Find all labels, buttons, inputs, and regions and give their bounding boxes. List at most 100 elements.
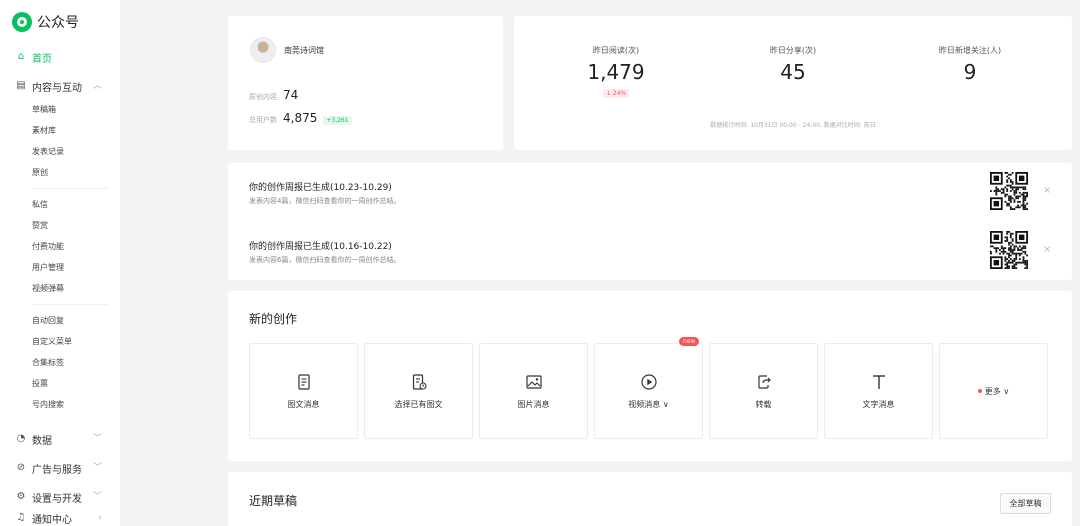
text-icon bbox=[872, 374, 885, 389]
metric-reads-delta: ↓ 24% bbox=[602, 89, 630, 98]
create-article-label: 图文消息 bbox=[287, 399, 320, 409]
compass-icon: ⊘ bbox=[16, 462, 26, 473]
document-icon: ▤ bbox=[16, 80, 26, 91]
nav-data-label: 数据 bbox=[32, 435, 52, 447]
nav-notify-group[interactable]: ♫ 通知中心 › bbox=[16, 510, 112, 526]
existing-article-icon bbox=[412, 373, 427, 390]
close-icon[interactable]: × bbox=[1043, 185, 1051, 196]
original-content-stat: 原创内容 74 bbox=[249, 88, 298, 102]
metric-shares-label: 昨日分享(次) bbox=[769, 46, 817, 55]
total-users-label: 总用户数 bbox=[249, 116, 277, 124]
create-image-label: 图片消息 bbox=[517, 399, 550, 409]
weekly-report-title: 你的创作周报已生成(10.23-10.29) bbox=[249, 183, 392, 193]
sidebar-item-publish-records[interactable]: 发表记录 bbox=[32, 146, 64, 158]
metric-shares[interactable]: 昨日分享(次) 45 bbox=[733, 45, 853, 84]
all-drafts-button[interactable]: 全部草稿 bbox=[1000, 493, 1051, 514]
weekly-report-item: 你的创作周报已生成(10.16-10.22) 发表内容6篇，微信扫码查看你的一周… bbox=[249, 239, 400, 265]
weekly-report-desc: 发表内容4篇，微信扫码查看你的一周创作总结。 bbox=[249, 197, 401, 205]
nav-notify-label: 通知中心 bbox=[32, 514, 72, 526]
sidebar-divider bbox=[32, 304, 108, 305]
chevron-up-icon: ︿ bbox=[92, 81, 102, 91]
account-profile-card: 南莞诗词馆 原创内容 74 总用户数 4,875 +3,261 bbox=[228, 16, 503, 150]
original-content-label: 原创内容 bbox=[249, 93, 277, 101]
wechat-logo-icon bbox=[12, 12, 32, 32]
image-icon bbox=[525, 374, 542, 389]
metric-new-follows-value: 9 bbox=[963, 60, 977, 84]
sidebar-item-video-danmaku[interactable]: 视频弹幕 bbox=[32, 283, 64, 295]
nav-settings-label: 设置与开发 bbox=[32, 493, 82, 505]
recent-drafts-title: 近期草稿 bbox=[249, 494, 298, 508]
sidebar-item-rewards[interactable]: 赞赏 bbox=[32, 220, 48, 232]
pie-chart-icon: ◔ bbox=[16, 433, 26, 444]
sidebar-item-auto-reply[interactable]: 自动回复 bbox=[32, 315, 64, 327]
nav-content-label: 内容与互动 bbox=[32, 82, 82, 94]
nav-ads-group[interactable]: ⊘ 广告与服务 ﹀ bbox=[16, 460, 112, 476]
sidebar-item-vote[interactable]: 投票 bbox=[32, 378, 48, 390]
create-video-label: 视频消息 ∨ bbox=[628, 399, 669, 409]
nav-settings-group[interactable]: ⚙ 设置与开发 ﹀ bbox=[16, 489, 112, 505]
metrics-time-note: 数据统计时间: 10月31日 00:00 - 24:00, 数据对比时间: 前日 bbox=[710, 122, 876, 129]
qr-code-icon bbox=[990, 231, 1028, 269]
red-dot-icon bbox=[977, 389, 982, 393]
more-options: 更多 ∨ bbox=[977, 386, 1010, 397]
metric-shares-value: 45 bbox=[780, 60, 806, 84]
create-article-button[interactable]: 图文消息 bbox=[249, 343, 358, 439]
metric-reads-value: 1,479 bbox=[587, 60, 645, 84]
sidebar-item-messages[interactable]: 私信 bbox=[32, 199, 48, 211]
sidebar-divider bbox=[32, 188, 108, 189]
new-creation-title: 新的创作 bbox=[249, 312, 298, 326]
home-icon: ⌂ bbox=[17, 51, 25, 62]
sidebar-item-materials[interactable]: 素材库 bbox=[32, 125, 56, 137]
repost-label: 转载 bbox=[755, 399, 772, 409]
create-text-label: 文字消息 bbox=[862, 399, 895, 409]
create-video-button[interactable]: new 视频消息 ∨ bbox=[594, 337, 703, 439]
sidebar-item-original[interactable]: 原创 bbox=[32, 167, 48, 179]
weekly-reports-card: 你的创作周报已生成(10.23-10.29) 发表内容4篇，微信扫码查看你的一周… bbox=[228, 163, 1072, 280]
gear-icon: ⚙ bbox=[16, 491, 26, 502]
sidebar-item-custom-menu[interactable]: 自定义菜单 bbox=[32, 336, 72, 348]
more-create-options-button[interactable]: 更多 ∨ bbox=[939, 343, 1048, 439]
avatar[interactable] bbox=[250, 37, 276, 63]
account-name[interactable]: 南莞诗词馆 bbox=[284, 45, 324, 56]
users-delta-badge: +3,261 bbox=[323, 116, 352, 125]
chevron-down-icon: ﹀ bbox=[92, 492, 102, 502]
sidebar-item-collection-tags[interactable]: 合集标签 bbox=[32, 357, 64, 369]
close-icon[interactable]: × bbox=[1043, 244, 1051, 255]
nav-ads-label: 广告与服务 bbox=[32, 464, 82, 476]
metric-reads-label: 昨日阅读(次) bbox=[592, 46, 640, 55]
metric-reads[interactable]: 昨日阅读(次) 1,479 ↓ 24% bbox=[556, 45, 676, 98]
sidebar-item-users[interactable]: 用户管理 bbox=[32, 262, 64, 274]
article-icon bbox=[297, 373, 310, 390]
bell-icon: ♫ bbox=[16, 512, 26, 523]
nav-data-group[interactable]: ◔ 数据 ﹀ bbox=[16, 431, 112, 447]
select-existing-article-button[interactable]: 选择已有图文 bbox=[364, 343, 473, 439]
weekly-report-title: 你的创作周报已生成(10.16-10.22) bbox=[249, 242, 392, 252]
nav-home-label: 首页 bbox=[32, 53, 52, 65]
metric-new-follows[interactable]: 昨日新增关注(人) 9 bbox=[910, 45, 1030, 84]
original-content-value: 74 bbox=[283, 88, 299, 102]
new-badge: new bbox=[679, 337, 700, 346]
chevron-down-icon: ﹀ bbox=[92, 463, 102, 473]
total-users-value: 4,875 bbox=[283, 111, 318, 125]
recent-drafts-card: 近期草稿 全部草稿 bbox=[228, 472, 1072, 526]
sidebar-item-in-account-search[interactable]: 号内搜索 bbox=[32, 399, 64, 411]
create-text-button[interactable]: 文字消息 bbox=[824, 343, 933, 439]
select-existing-article-label: 选择已有图文 bbox=[394, 399, 443, 409]
nav-home[interactable]: ⌂ 首页 bbox=[16, 49, 112, 65]
metric-new-follows-label: 昨日新增关注(人) bbox=[938, 46, 1002, 55]
repost-button[interactable]: 转载 bbox=[709, 343, 818, 439]
nav-content-group[interactable]: ▤ 内容与互动 ︿ bbox=[16, 78, 112, 94]
creation-tiles: 图文消息 选择已有图文 图片消息 new 视频消息 ∨ 转载 文字消息 更多 ∨ bbox=[249, 337, 1048, 439]
sidebar: 公众号 ⌂ 首页 ▤ 内容与互动 ︿ 草稿箱 素材库 发表记录 原创 私信 赞赏… bbox=[0, 0, 120, 526]
repost-icon bbox=[757, 374, 771, 389]
total-users-stat: 总用户数 4,875 +3,261 bbox=[249, 111, 352, 125]
app-name: 公众号 bbox=[37, 15, 79, 31]
weekly-report-desc: 发表内容6篇，微信扫码查看你的一周创作总结。 bbox=[249, 256, 401, 264]
sidebar-item-drafts[interactable]: 草稿箱 bbox=[32, 104, 56, 116]
app-logo[interactable]: 公众号 bbox=[12, 12, 79, 32]
chevron-down-icon: ﹀ bbox=[92, 434, 102, 444]
create-image-button[interactable]: 图片消息 bbox=[479, 343, 588, 439]
sidebar-item-paid[interactable]: 付费功能 bbox=[32, 241, 64, 253]
more-label: 更多 ∨ bbox=[984, 386, 1010, 396]
yesterday-metrics-card: 昨日阅读(次) 1,479 ↓ 24% 昨日分享(次) 45 昨日新增关注(人)… bbox=[514, 16, 1072, 150]
